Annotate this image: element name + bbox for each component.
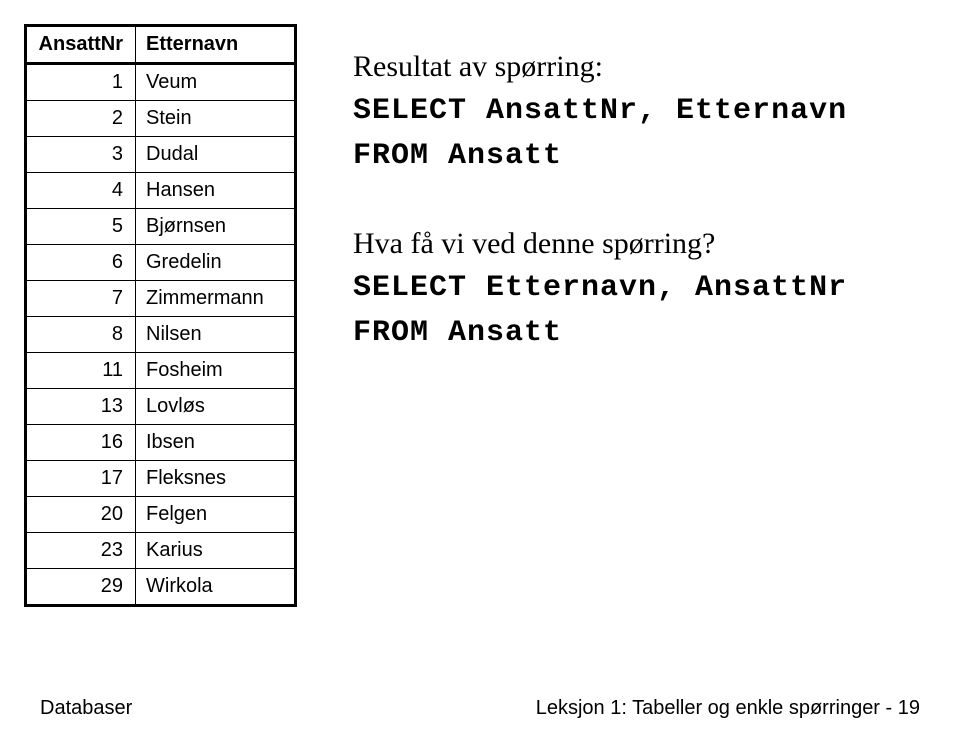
query1-line2: FROM Ansatt (353, 134, 847, 179)
cell-nr: 7 (26, 281, 136, 317)
cell-nr: 3 (26, 137, 136, 173)
cell-name: Bjørnsen (136, 209, 296, 245)
cell-name: Dudal (136, 137, 296, 173)
table-row: 2 Stein (26, 101, 296, 137)
table-row: 16 Ibsen (26, 425, 296, 461)
table-row: 5 Bjørnsen (26, 209, 296, 245)
cell-nr: 23 (26, 533, 136, 569)
table-row: 6 Gredelin (26, 245, 296, 281)
cell-nr: 4 (26, 173, 136, 209)
table-row: 23 Karius (26, 533, 296, 569)
cell-nr: 8 (26, 317, 136, 353)
cell-nr: 17 (26, 461, 136, 497)
cell-nr: 29 (26, 569, 136, 606)
table-header-row: AnsattNr Etternavn (26, 26, 296, 64)
table-row: 3 Dudal (26, 137, 296, 173)
question2: Hva få vi ved denne spørring? (353, 221, 847, 266)
cell-name: Gredelin (136, 245, 296, 281)
query1-line1: SELECT AnsattNr, Etternavn (353, 89, 847, 134)
table-row: 17 Fleksnes (26, 461, 296, 497)
slide-page: AnsattNr Etternavn 1 Veum 2 Stein 3 (0, 0, 960, 744)
footer-left: Databaser (40, 697, 132, 720)
cell-nr: 16 (26, 425, 136, 461)
cell-name: Lovløs (136, 389, 296, 425)
cell-name: Fosheim (136, 353, 296, 389)
table-row: 11 Fosheim (26, 353, 296, 389)
col-header-ansattnr: AnsattNr (26, 26, 136, 64)
cell-name: Fleksnes (136, 461, 296, 497)
explanation-text: Resultat av spørring: SELECT AnsattNr, E… (353, 24, 847, 356)
cell-nr: 11 (26, 353, 136, 389)
cell-name: Stein (136, 101, 296, 137)
result-table: AnsattNr Etternavn 1 Veum 2 Stein 3 (24, 24, 297, 607)
cell-name: Wirkola (136, 569, 296, 606)
cell-nr: 13 (26, 389, 136, 425)
result-label: Resultat av spørring: (353, 44, 847, 89)
cell-nr: 5 (26, 209, 136, 245)
table-row: 4 Hansen (26, 173, 296, 209)
table-row: 1 Veum (26, 64, 296, 101)
col-header-etternavn: Etternavn (136, 26, 296, 64)
content-row: AnsattNr Etternavn 1 Veum 2 Stein 3 (24, 24, 920, 607)
cell-nr: 6 (26, 245, 136, 281)
table-row: 7 Zimmermann (26, 281, 296, 317)
cell-nr: 20 (26, 497, 136, 533)
result-table-wrap: AnsattNr Etternavn 1 Veum 2 Stein 3 (24, 24, 297, 607)
table-row: 29 Wirkola (26, 569, 296, 606)
cell-name: Ibsen (136, 425, 296, 461)
cell-nr: 2 (26, 101, 136, 137)
table-row: 13 Lovløs (26, 389, 296, 425)
query2-line1: SELECT Etternavn, AnsattNr (353, 266, 847, 311)
cell-name: Felgen (136, 497, 296, 533)
cell-name: Zimmermann (136, 281, 296, 317)
cell-name: Karius (136, 533, 296, 569)
footer-right: Leksjon 1: Tabeller og enkle spørringer … (536, 697, 920, 720)
slide-footer: Databaser Leksjon 1: Tabeller og enkle s… (40, 697, 920, 720)
table-row: 8 Nilsen (26, 317, 296, 353)
cell-name: Veum (136, 64, 296, 101)
table-row: 20 Felgen (26, 497, 296, 533)
query2-line2: FROM Ansatt (353, 311, 847, 356)
cell-nr: 1 (26, 64, 136, 101)
cell-name: Nilsen (136, 317, 296, 353)
cell-name: Hansen (136, 173, 296, 209)
